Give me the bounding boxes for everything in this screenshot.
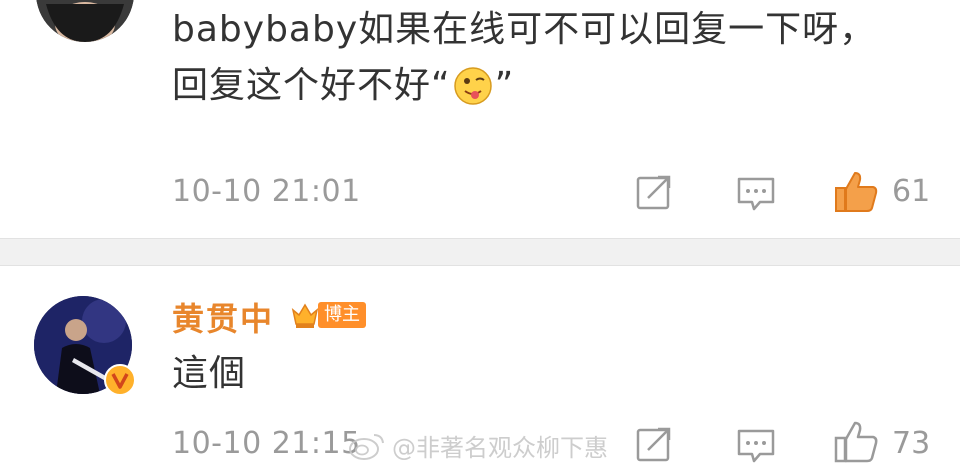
verified-v-icon (104, 364, 136, 396)
like-icon[interactable] (833, 170, 879, 214)
comment-time: 10-10 21:01 (172, 174, 361, 209)
like-count: 61 (892, 174, 931, 209)
tongue-emoji-icon (453, 67, 492, 105)
avatar-image (36, 0, 134, 42)
avatar[interactable] (34, 296, 136, 396)
comment-divider (0, 238, 960, 266)
watermark: @非著名观众柳下惠 (348, 428, 608, 463)
comment-text-line-2: 回复这个好不好“ ” (172, 58, 514, 114)
username[interactable]: 黄贯中 (172, 294, 274, 340)
like-count: 73 (892, 426, 931, 461)
comment-text: 這個 (172, 353, 247, 394)
author-badge: 博主 (290, 300, 366, 330)
comment-time: 10-10 21:15 (172, 426, 361, 461)
watermark-text: @非著名观众柳下惠 (392, 434, 608, 462)
like-icon[interactable] (833, 420, 879, 464)
comment-icon[interactable] (736, 174, 776, 214)
share-icon[interactable] (634, 424, 674, 464)
comment-text-line-2-after: ” (494, 65, 515, 106)
avatar[interactable] (36, 0, 134, 42)
share-icon[interactable] (634, 172, 674, 212)
crown-icon (291, 303, 319, 328)
comment-text-line-1: babybaby如果在线可不可以回复一下呀， (172, 9, 877, 50)
comment-text: babybaby如果在线可不可以回复一下呀， 回复这个好不好“ ” (172, 2, 892, 114)
comment-icon[interactable] (736, 426, 776, 466)
weibo-logo-icon (349, 433, 384, 460)
comment-item: babybaby如果在线可不可以回复一下呀， 回复这个好不好“ ” 10-10 … (0, 0, 960, 238)
comment-text-line-2-before: 回复这个好不好“ (172, 65, 451, 106)
badge-label: 博主 (318, 302, 366, 328)
